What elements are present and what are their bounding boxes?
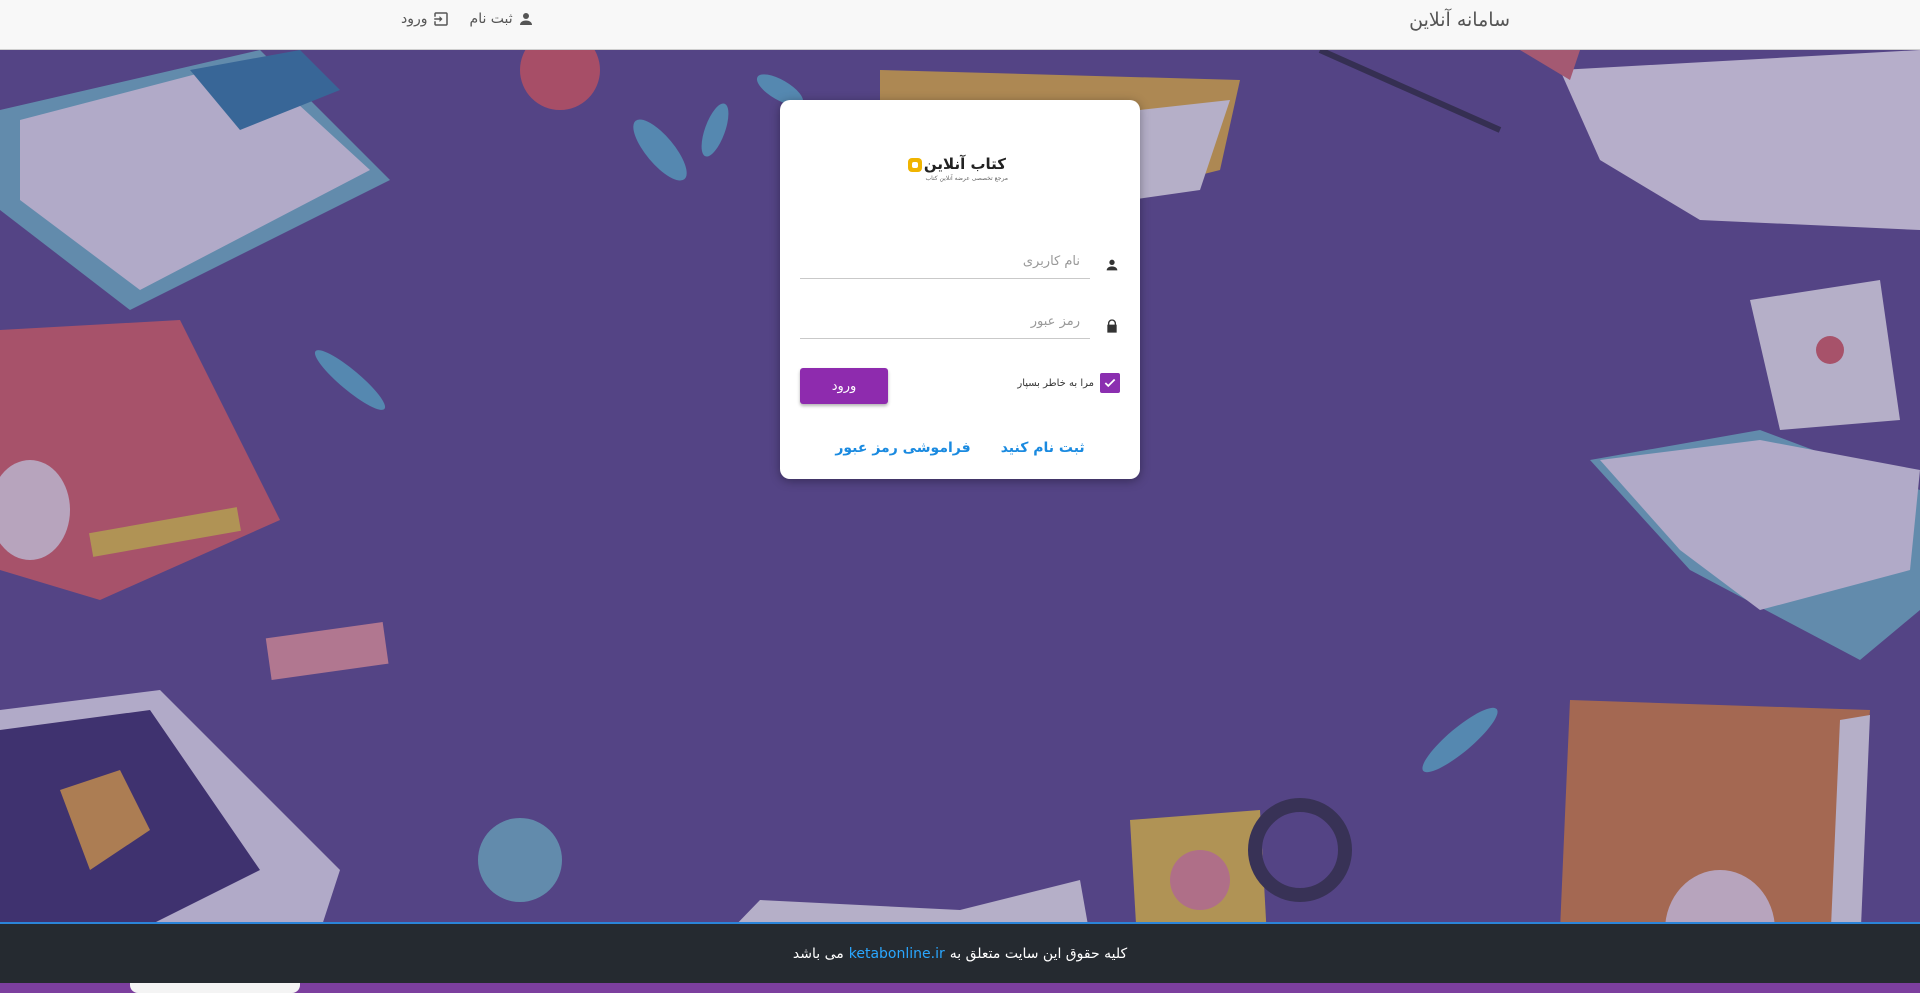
forgot-password-link[interactable]: فراموشی رمز عبور <box>835 440 970 456</box>
nav-register-label: ثبت نام <box>469 11 513 27</box>
footer-text-after: می باشد <box>792 945 844 962</box>
person-icon <box>1106 259 1118 271</box>
nav-login-label: ورود <box>401 11 428 27</box>
login-card: کتاب آنلاین مرجع تخصصی عرضه آنلاین کتاب … <box>780 100 1140 479</box>
footer-text-before: کلیه حقوق این سایت متعلق به <box>949 945 1128 962</box>
logo-subtitle: مرجع تخصصی عرضه آنلاین کتاب <box>925 175 1008 182</box>
nav-login[interactable]: ورود <box>401 10 450 28</box>
auth-links: ثبت نام کنید فراموشی رمز عبور <box>780 440 1140 456</box>
logo-title: کتاب آنلاین <box>923 155 1006 173</box>
site-logo: کتاب آنلاین مرجع تخصصی عرضه آنلاین کتاب <box>908 155 1014 185</box>
remember-me: مرا به خاطر بسپار <box>1017 373 1120 393</box>
remember-checkbox[interactable] <box>1100 373 1120 393</box>
footer-site-link[interactable]: ketabonline.ir <box>849 946 945 962</box>
logo-book-icon <box>908 158 922 172</box>
password-input[interactable] <box>800 305 1090 339</box>
login-icon <box>433 12 448 26</box>
remember-label: مرا به خاطر بسپار <box>1017 377 1094 389</box>
site-brand[interactable]: سامانه آنلاین <box>1409 9 1510 31</box>
username-input[interactable] <box>800 245 1090 279</box>
person-icon <box>519 13 532 25</box>
footer: کلیه حقوق این سایت متعلق به ketabonline.… <box>0 922 1920 983</box>
nav-links: ثبت نام ورود <box>401 10 535 28</box>
nav-register[interactable]: ثبت نام <box>470 10 535 28</box>
register-link[interactable]: ثبت نام کنید <box>1001 440 1085 456</box>
lock-icon <box>1107 319 1117 333</box>
checkmark-icon <box>1104 378 1116 388</box>
login-button[interactable]: ورود <box>800 368 888 404</box>
top-navbar: سامانه آنلاین ثبت نام ورود <box>0 0 1920 50</box>
